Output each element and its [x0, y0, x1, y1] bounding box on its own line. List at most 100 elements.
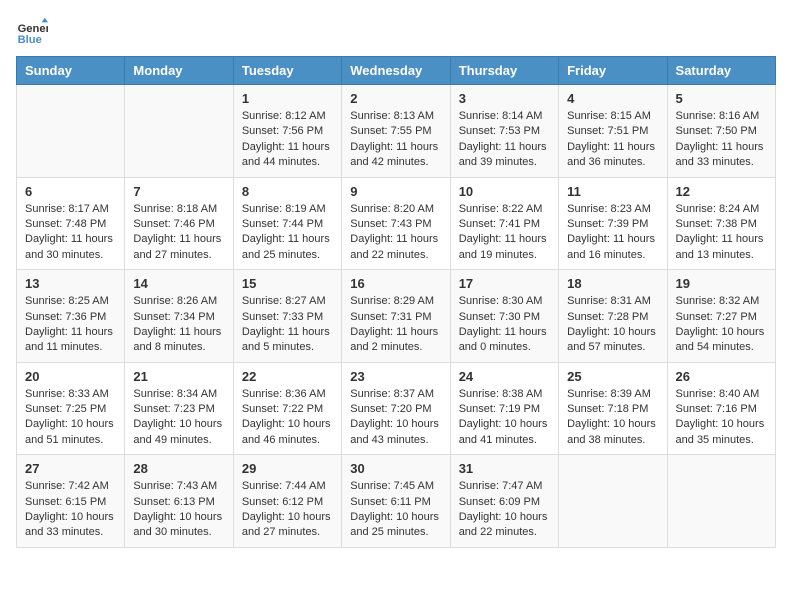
- header-tuesday: Tuesday: [233, 57, 341, 85]
- day-number: 8: [242, 184, 333, 199]
- calendar-cell: 23 Sunrise: 8:37 AMSunset: 7:20 PMDayligh…: [342, 362, 450, 455]
- day-info: Sunrise: 7:43 AMSunset: 6:13 PMDaylight:…: [133, 479, 224, 541]
- calendar-cell: 12 Sunrise: 8:24 AMSunset: 7:38 PMDayligh…: [667, 177, 775, 270]
- day-number: 9: [350, 184, 441, 199]
- week-row-5: 27 Sunrise: 7:42 AMSunset: 6:15 PMDayligh…: [17, 455, 776, 548]
- calendar-cell: 29 Sunrise: 7:44 AMSunset: 6:12 PMDayligh…: [233, 455, 341, 548]
- header-wednesday: Wednesday: [342, 57, 450, 85]
- day-number: 30: [350, 461, 441, 476]
- day-info: Sunrise: 8:39 AMSunset: 7:18 PMDaylight:…: [567, 387, 658, 449]
- day-number: 3: [459, 91, 550, 106]
- day-number: 15: [242, 276, 333, 291]
- day-info: Sunrise: 8:16 AMSunset: 7:50 PMDaylight:…: [676, 109, 767, 171]
- day-info: Sunrise: 7:47 AMSunset: 6:09 PMDaylight:…: [459, 479, 550, 541]
- page-header: General Blue: [16, 16, 776, 48]
- day-number: 1: [242, 91, 333, 106]
- day-info: Sunrise: 8:33 AMSunset: 7:25 PMDaylight:…: [25, 387, 116, 449]
- calendar-cell: 27 Sunrise: 7:42 AMSunset: 6:15 PMDayligh…: [17, 455, 125, 548]
- svg-text:General: General: [18, 23, 48, 35]
- day-info: Sunrise: 8:23 AMSunset: 7:39 PMDaylight:…: [567, 202, 658, 264]
- header-saturday: Saturday: [667, 57, 775, 85]
- header-sunday: Sunday: [17, 57, 125, 85]
- calendar-cell: 24 Sunrise: 8:38 AMSunset: 7:19 PMDayligh…: [450, 362, 558, 455]
- day-info: Sunrise: 8:24 AMSunset: 7:38 PMDaylight:…: [676, 202, 767, 264]
- calendar-cell: 6Sunrise: 8:17 AMSunset: 7:48 PMDaylight…: [17, 177, 125, 270]
- day-info: Sunrise: 8:13 AMSunset: 7:55 PMDaylight:…: [350, 109, 441, 171]
- day-info: Sunrise: 8:17 AMSunset: 7:48 PMDaylight:…: [25, 202, 116, 264]
- calendar-cell: 22 Sunrise: 8:36 AMSunset: 7:22 PMDayligh…: [233, 362, 341, 455]
- day-info: Sunrise: 8:22 AMSunset: 7:41 PMDaylight:…: [459, 202, 550, 264]
- header-friday: Friday: [559, 57, 667, 85]
- calendar-cell: 7 Sunrise: 8:18 AMSunset: 7:46 PMDaylight…: [125, 177, 233, 270]
- day-number: 18: [567, 276, 658, 291]
- calendar-cell: 10 Sunrise: 8:22 AMSunset: 7:41 PMDayligh…: [450, 177, 558, 270]
- calendar-cell: 13Sunrise: 8:25 AMSunset: 7:36 PMDayligh…: [17, 270, 125, 363]
- day-number: 19: [676, 276, 767, 291]
- calendar-cell: [667, 455, 775, 548]
- calendar-cell: 15 Sunrise: 8:27 AMSunset: 7:33 PMDayligh…: [233, 270, 341, 363]
- day-info: Sunrise: 7:42 AMSunset: 6:15 PMDaylight:…: [25, 479, 116, 541]
- logo-icon: General Blue: [16, 16, 48, 48]
- day-info: Sunrise: 8:30 AMSunset: 7:30 PMDaylight:…: [459, 294, 550, 356]
- day-info: Sunrise: 8:19 AMSunset: 7:44 PMDaylight:…: [242, 202, 333, 264]
- calendar-cell: 31Sunrise: 7:47 AMSunset: 6:09 PMDayligh…: [450, 455, 558, 548]
- calendar-header-row: SundayMondayTuesdayWednesdayThursdayFrid…: [17, 57, 776, 85]
- calendar-cell: 4 Sunrise: 8:15 AMSunset: 7:51 PMDaylight…: [559, 85, 667, 178]
- day-number: 23: [350, 369, 441, 384]
- day-number: 17: [459, 276, 550, 291]
- day-number: 2: [350, 91, 441, 106]
- calendar-cell: 16 Sunrise: 8:29 AMSunset: 7:31 PMDayligh…: [342, 270, 450, 363]
- day-info: Sunrise: 8:31 AMSunset: 7:28 PMDaylight:…: [567, 294, 658, 356]
- day-info: Sunrise: 8:36 AMSunset: 7:22 PMDaylight:…: [242, 387, 333, 449]
- calendar-cell: 9 Sunrise: 8:20 AMSunset: 7:43 PMDaylight…: [342, 177, 450, 270]
- day-info: Sunrise: 8:20 AMSunset: 7:43 PMDaylight:…: [350, 202, 441, 264]
- day-number: 24: [459, 369, 550, 384]
- day-number: 14: [133, 276, 224, 291]
- day-number: 5: [676, 91, 767, 106]
- day-info: Sunrise: 7:44 AMSunset: 6:12 PMDaylight:…: [242, 479, 333, 541]
- day-info: Sunrise: 7:45 AMSunset: 6:11 PMDaylight:…: [350, 479, 441, 541]
- calendar-cell: 21Sunrise: 8:34 AMSunset: 7:23 PMDayligh…: [125, 362, 233, 455]
- day-number: 20: [25, 369, 116, 384]
- calendar-table: SundayMondayTuesdayWednesdayThursdayFrid…: [16, 56, 776, 548]
- day-info: Sunrise: 8:27 AMSunset: 7:33 PMDaylight:…: [242, 294, 333, 356]
- day-number: 26: [676, 369, 767, 384]
- calendar-cell: 26 Sunrise: 8:40 AMSunset: 7:16 PMDayligh…: [667, 362, 775, 455]
- day-info: Sunrise: 8:32 AMSunset: 7:27 PMDaylight:…: [676, 294, 767, 356]
- day-number: 21: [133, 369, 224, 384]
- calendar-cell: 19 Sunrise: 8:32 AMSunset: 7:27 PMDayligh…: [667, 270, 775, 363]
- header-thursday: Thursday: [450, 57, 558, 85]
- day-info: Sunrise: 8:38 AMSunset: 7:19 PMDaylight:…: [459, 387, 550, 449]
- day-info: Sunrise: 8:29 AMSunset: 7:31 PMDaylight:…: [350, 294, 441, 356]
- day-info: Sunrise: 8:37 AMSunset: 7:20 PMDaylight:…: [350, 387, 441, 449]
- week-row-3: 13Sunrise: 8:25 AMSunset: 7:36 PMDayligh…: [17, 270, 776, 363]
- day-number: 25: [567, 369, 658, 384]
- day-number: 27: [25, 461, 116, 476]
- day-info: Sunrise: 8:25 AMSunset: 7:36 PMDaylight:…: [25, 294, 116, 356]
- day-number: 7: [133, 184, 224, 199]
- day-number: 16: [350, 276, 441, 291]
- day-number: 29: [242, 461, 333, 476]
- day-number: 12: [676, 184, 767, 199]
- calendar-cell: 1Sunrise: 8:12 AMSunset: 7:56 PMDaylight…: [233, 85, 341, 178]
- day-info: Sunrise: 8:15 AMSunset: 7:51 PMDaylight:…: [567, 109, 658, 171]
- day-number: 11: [567, 184, 658, 199]
- calendar-cell: 3Sunrise: 8:14 AMSunset: 7:53 PMDaylight…: [450, 85, 558, 178]
- day-number: 4: [567, 91, 658, 106]
- week-row-2: 6Sunrise: 8:17 AMSunset: 7:48 PMDaylight…: [17, 177, 776, 270]
- calendar-cell: 11 Sunrise: 8:23 AMSunset: 7:39 PMDayligh…: [559, 177, 667, 270]
- svg-text:Blue: Blue: [18, 34, 42, 46]
- calendar-cell: 17 Sunrise: 8:30 AMSunset: 7:30 PMDayligh…: [450, 270, 558, 363]
- calendar-cell: 20 Sunrise: 8:33 AMSunset: 7:25 PMDayligh…: [17, 362, 125, 455]
- calendar-cell: [17, 85, 125, 178]
- calendar-cell: 2 Sunrise: 8:13 AMSunset: 7:55 PMDaylight…: [342, 85, 450, 178]
- week-row-1: 1Sunrise: 8:12 AMSunset: 7:56 PMDaylight…: [17, 85, 776, 178]
- day-info: Sunrise: 8:40 AMSunset: 7:16 PMDaylight:…: [676, 387, 767, 449]
- day-number: 22: [242, 369, 333, 384]
- day-number: 10: [459, 184, 550, 199]
- header-monday: Monday: [125, 57, 233, 85]
- calendar-cell: 5 Sunrise: 8:16 AMSunset: 7:50 PMDaylight…: [667, 85, 775, 178]
- day-info: Sunrise: 8:18 AMSunset: 7:46 PMDaylight:…: [133, 202, 224, 264]
- calendar-cell: 8 Sunrise: 8:19 AMSunset: 7:44 PMDaylight…: [233, 177, 341, 270]
- logo: General Blue: [16, 16, 52, 48]
